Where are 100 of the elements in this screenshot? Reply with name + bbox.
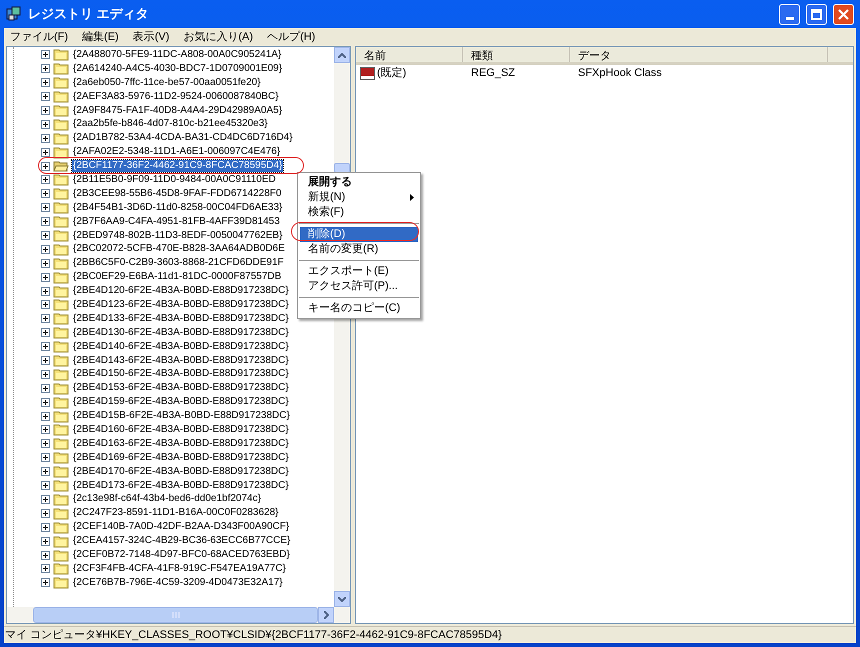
menu-item[interactable]: 編集(E) xyxy=(82,28,119,46)
minimize-button[interactable] xyxy=(779,4,800,24)
expand-box-icon[interactable] xyxy=(41,78,50,88)
registry-key[interactable]: {2BCF1177-36F2-4462-91C9-8FCAC78595D4} xyxy=(72,160,284,172)
context-menu-item[interactable]: エクスポート(E) xyxy=(300,264,418,279)
registry-key[interactable]: {2BE4D160-6F2E-4B3A-B0BD-E88D917238DC} xyxy=(72,424,290,436)
expand-box-icon[interactable] xyxy=(41,286,50,296)
expand-box-icon[interactable] xyxy=(41,175,50,184)
expand-box-icon[interactable] xyxy=(41,356,50,366)
expand-box-icon[interactable] xyxy=(41,494,50,504)
expand-box-icon[interactable] xyxy=(41,328,50,338)
context-menu-item[interactable]: キー名のコピー(C) xyxy=(300,301,418,316)
registry-key[interactable]: {2CEA4157-324C-4B29-BC36-63ECC6B77CCE} xyxy=(72,535,292,548)
expand-box-icon[interactable] xyxy=(41,148,50,157)
registry-key[interactable]: {2BE4D123-6F2E-4B3A-B0BD-E88D917238DC} xyxy=(72,298,290,311)
registry-key[interactable]: {2A9F8475-FA1F-40D8-A4A4-29D42989A0A5} xyxy=(72,104,284,116)
close-button[interactable] xyxy=(833,4,854,24)
registry-key[interactable]: {2BE4D140-6F2E-4B3A-B0BD-E88D917238DC} xyxy=(72,340,290,353)
menu-item[interactable]: 表示(V) xyxy=(132,28,170,46)
scroll-down-button[interactable] xyxy=(334,591,350,607)
expand-box-icon[interactable] xyxy=(41,300,50,310)
registry-key[interactable]: {2BE4D143-6F2E-4B3A-B0BD-E88D917238DC} xyxy=(72,354,290,367)
expand-box-icon[interactable] xyxy=(41,522,50,532)
registry-key[interactable]: {2BC02072-5CFB-470E-B828-3AA64ADB0D6E xyxy=(72,243,286,256)
expand-box-icon[interactable] xyxy=(41,564,50,574)
expand-box-icon[interactable] xyxy=(41,384,50,393)
column-header[interactable]: データ xyxy=(570,47,828,62)
registry-key[interactable]: {2BE4D153-6F2E-4B3A-B0BD-E88D917238DC} xyxy=(72,382,290,394)
expand-box-icon[interactable] xyxy=(41,453,50,462)
registry-key[interactable]: {2A488070-5FE9-11DC-A808-00A0C905241A} xyxy=(72,48,282,61)
expand-box-icon[interactable] xyxy=(41,467,50,476)
registry-key[interactable]: {2AEF3A83-5976-11D2-9524-0060087840BC} xyxy=(72,90,280,103)
expand-box-icon[interactable] xyxy=(41,508,50,518)
registry-key[interactable]: {2BE4D159-6F2E-4B3A-B0BD-E88D917238DC} xyxy=(72,396,290,408)
registry-key[interactable]: {2BE4D120-6F2E-4B3A-B0BD-E88D917238DC} xyxy=(72,285,290,298)
menu-item[interactable]: お気に入り(A) xyxy=(183,28,254,46)
registry-key[interactable]: {2B4F54B1-3D6D-11d0-8258-00C04FD6AE33} xyxy=(72,202,284,214)
registry-key[interactable]: {2AD1B782-53A4-4CDA-BA31-CD4DC6D716D4} xyxy=(72,132,294,144)
registry-key[interactable]: {2BE4D150-6F2E-4B3A-B0BD-E88D917238DC} xyxy=(72,368,290,380)
expand-box-icon[interactable] xyxy=(41,425,50,434)
registry-key[interactable]: {2B11E5B0-9F09-11D0-9484-00A0C91110ED xyxy=(72,174,277,186)
expand-box-icon[interactable] xyxy=(41,134,50,143)
scroll-thumb[interactable] xyxy=(334,163,350,173)
scroll-up-button[interactable] xyxy=(334,47,350,63)
registry-key[interactable]: {2CF3F4FB-4CFA-41F8-919C-F547EA19A77C} xyxy=(72,562,287,575)
expand-box-icon[interactable] xyxy=(41,342,50,352)
registry-key[interactable]: {2B3CEE98-55B6-45D8-9FAF-FDD6714228F0 xyxy=(72,188,282,200)
context-menu-item[interactable]: 検索(F) xyxy=(300,205,418,220)
expand-box-icon[interactable] xyxy=(41,244,50,254)
registry-key[interactable]: {2BE4D163-6F2E-4B3A-B0BD-E88D917238DC} xyxy=(72,438,290,450)
registry-key[interactable]: {2BE4D170-6F2E-4B3A-B0BD-E88D917238DC} xyxy=(72,466,290,478)
expand-box-icon[interactable] xyxy=(41,106,50,115)
registry-key[interactable]: {2BE4D15B-6F2E-4B3A-B0BD-E88D917238DC} xyxy=(72,410,291,422)
expand-box-icon[interactable] xyxy=(41,439,50,448)
horizontal-scrollbar[interactable] xyxy=(7,607,350,623)
scroll-thumb[interactable] xyxy=(33,607,318,623)
context-menu-item[interactable]: アクセス許可(P)... xyxy=(300,279,418,294)
registry-key[interactable]: {2BE4D130-6F2E-4B3A-B0BD-E88D917238DC} xyxy=(72,326,290,339)
menu-item[interactable]: ファイル(F) xyxy=(10,28,68,46)
expand-box-icon[interactable] xyxy=(41,398,50,407)
registry-key[interactable]: {2B7F6AA9-C4FA-4951-81FB-4AFF39D81453 xyxy=(72,216,281,228)
expand-box-icon[interactable] xyxy=(41,50,50,60)
expand-box-icon[interactable] xyxy=(41,162,50,171)
registry-key[interactable]: {2BE4D133-6F2E-4B3A-B0BD-E88D917238DC} xyxy=(72,312,290,325)
expand-box-icon[interactable] xyxy=(41,370,50,379)
expand-box-icon[interactable] xyxy=(41,550,50,560)
expand-box-icon[interactable] xyxy=(41,536,50,546)
expand-box-icon[interactable] xyxy=(41,64,50,74)
registry-key[interactable]: {2aa2b5fe-b846-4d07-810c-b21ee45320e3} xyxy=(72,118,269,130)
registry-key[interactable]: {2BE4D173-6F2E-4B3A-B0BD-E88D917238DC} xyxy=(72,480,290,492)
registry-key[interactable]: {2AFA02E2-5348-11D1-A6E1-006097C4E476} xyxy=(72,146,282,158)
column-header[interactable]: 名前 xyxy=(356,47,463,62)
expand-box-icon[interactable] xyxy=(41,231,50,240)
expand-box-icon[interactable] xyxy=(41,481,50,490)
registry-key[interactable]: {2CEF140B-7A0D-42DF-B2AA-D343F00A90CF} xyxy=(72,521,290,534)
registry-key[interactable]: {2BB6C5F0-C2B9-3603-8868-21CFD6DDE91F xyxy=(72,257,285,270)
expand-box-icon[interactable] xyxy=(41,92,50,102)
context-menu-item[interactable]: 展開する xyxy=(300,175,418,190)
scroll-right-button[interactable] xyxy=(318,607,334,623)
registry-key[interactable]: {2BE4D169-6F2E-4B3A-B0BD-E88D917238DC} xyxy=(72,452,290,464)
registry-key[interactable]: {2BC0EF29-E6BA-11d1-81DC-0000F87557DB xyxy=(72,271,282,284)
registry-key[interactable]: {2CEF0B72-7148-4D97-BFC0-68ACED763EBD} xyxy=(72,549,291,561)
expand-box-icon[interactable] xyxy=(41,217,50,226)
context-menu-item[interactable]: 削除(D) xyxy=(300,227,418,242)
registry-key[interactable]: {2BED9748-802B-11D3-8EDF-0050047762EB} xyxy=(72,230,284,242)
registry-key[interactable]: {2a6eb050-7ffc-11ce-be57-00aa0051fe20} xyxy=(72,76,262,89)
value-name[interactable]: (既定) xyxy=(377,64,406,82)
expand-box-icon[interactable] xyxy=(41,189,50,198)
expand-box-icon[interactable] xyxy=(41,314,50,324)
context-menu-item[interactable]: 新規(N) xyxy=(300,190,418,205)
expand-box-icon[interactable] xyxy=(41,258,50,268)
context-menu-item[interactable]: 名前の変更(R) xyxy=(300,242,418,257)
registry-key[interactable]: {2A614240-A4C5-4030-BDC7-1D0709001E09} xyxy=(72,62,284,75)
expand-box-icon[interactable] xyxy=(41,578,50,588)
registry-key[interactable]: {2c13e98f-c64f-43b4-bed6-dd0e1bf2074c} xyxy=(72,493,262,506)
maximize-button[interactable] xyxy=(806,4,827,24)
expand-box-icon[interactable] xyxy=(41,120,50,129)
menu-item[interactable]: ヘルプ(H) xyxy=(267,28,316,46)
registry-key[interactable]: {2CE76B7B-796E-4C59-3209-4D0473E32A17} xyxy=(72,576,284,589)
registry-key[interactable]: {2C247F23-8591-11D1-B16A-00C0F0283628} xyxy=(72,507,280,520)
